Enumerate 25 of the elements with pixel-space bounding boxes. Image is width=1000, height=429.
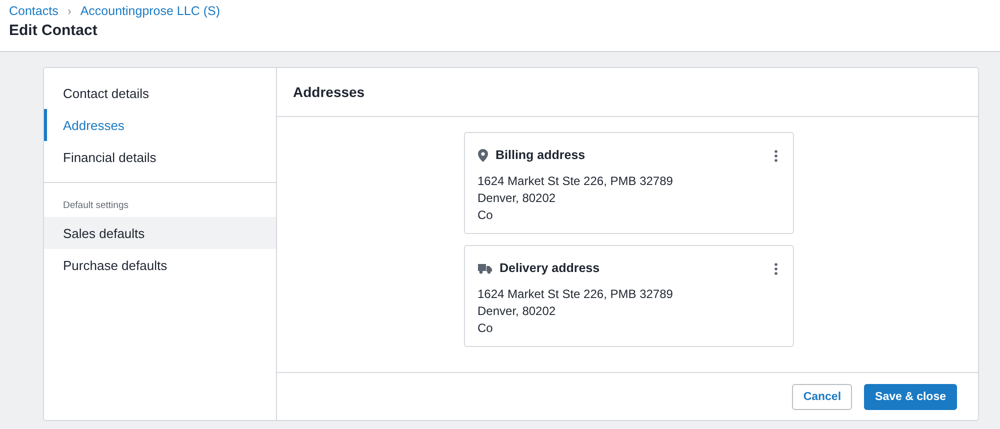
more-options-icon[interactable]	[774, 262, 778, 274]
section-heading: Default settings	[62, 199, 130, 213]
card-title: Delivery address	[500, 260, 601, 277]
address-line: Co	[478, 207, 494, 224]
sidebar-item[interactable]: Purchase defaults	[44, 249, 276, 281]
section-title: Addresses	[277, 68, 978, 117]
breadcrumb-link[interactable]: Accountingprose LLC (S)	[80, 4, 220, 18]
sidebar-item[interactable]: Addresses	[44, 109, 276, 141]
breadcrumb-separator: ›	[67, 4, 72, 18]
sidebar-item[interactable]: Sales defaults	[44, 217, 276, 249]
address-line: Denver, 80202	[478, 190, 557, 207]
sidebar-item[interactable]: Financial details	[44, 141, 276, 173]
address-line: Denver, 80202	[478, 303, 557, 320]
address-line: Co	[478, 320, 494, 337]
cancel-button[interactable]: Cancel	[792, 384, 852, 410]
truck-icon	[478, 263, 492, 274]
sidebar-item[interactable]: Contact details	[44, 77, 276, 109]
card-title: Billing address	[496, 147, 586, 164]
address-line: 1624 Market St Ste 226, PMB 32789	[478, 286, 674, 303]
breadcrumb-link[interactable]: Contacts	[9, 4, 58, 18]
address-line: 1624 Market St Ste 226, PMB 32789	[478, 173, 674, 190]
more-options-icon[interactable]	[774, 150, 778, 162]
save-button[interactable]: Save & close	[864, 384, 957, 410]
page-title: Edit Contact	[9, 22, 98, 39]
map-pin-icon	[478, 149, 488, 162]
